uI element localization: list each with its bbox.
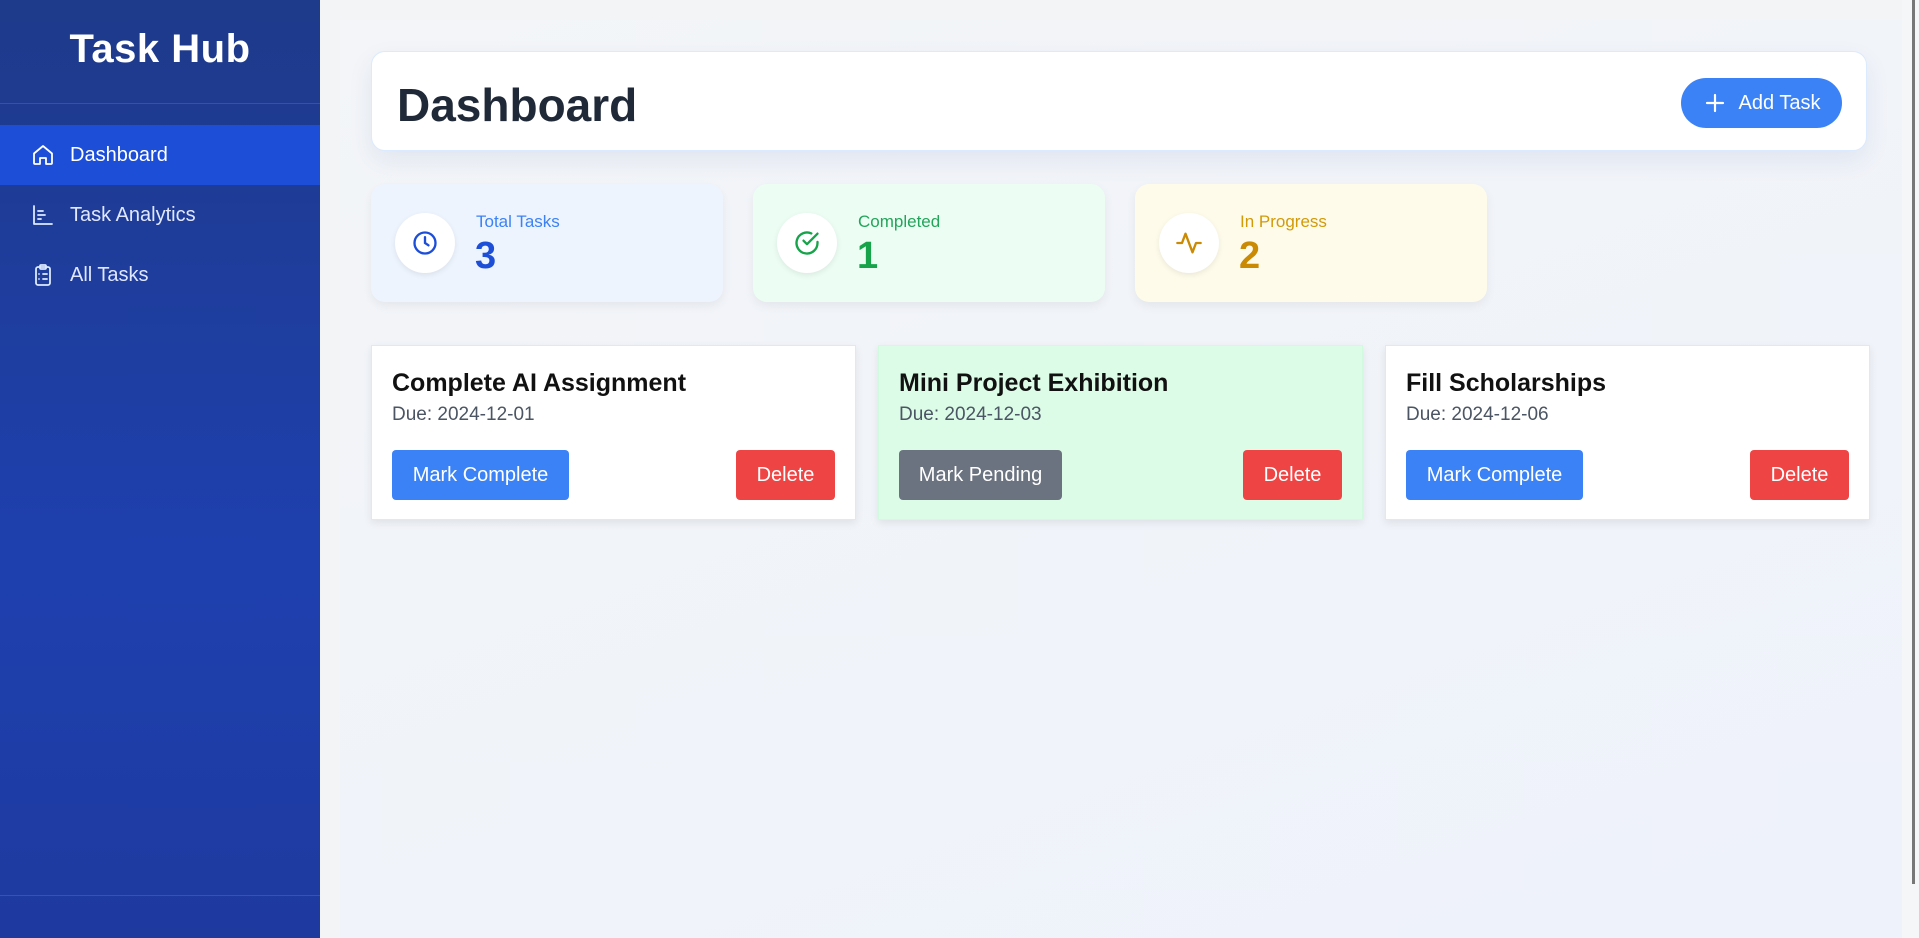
stat-value: 3 [475, 235, 497, 277]
app-logo: Task Hub [0, 0, 320, 104]
task-card: Complete AI Assignment Due: 2024-12-01 M… [371, 345, 856, 520]
task-card: Mini Project Exhibition Due: 2024-12-03 … [878, 345, 1363, 520]
stat-card-completed: Completed 1 [753, 184, 1105, 302]
sidebar-item-all-tasks[interactable]: All Tasks [0, 245, 320, 305]
stat-label: In Progress [1240, 212, 1327, 231]
sidebar-nav: Dashboard Task Analytics All Tasks [0, 125, 320, 305]
check-circle-icon [777, 213, 837, 273]
task-card: Fill Scholarships Due: 2024-12-06 Mark C… [1385, 345, 1870, 520]
sidebar-item-label: Dashboard [70, 143, 168, 166]
sidebar-divider [0, 895, 320, 896]
stat-card-in-progress: In Progress 2 [1135, 184, 1487, 302]
page-header: Dashboard Add Task [371, 51, 1867, 151]
app-title: Task Hub [69, 27, 251, 71]
task-title: Complete AI Assignment [392, 369, 687, 397]
task-due-date: Due: 2024-12-03 [899, 404, 1042, 425]
stat-label: Completed [858, 212, 941, 231]
stat-value: 2 [1239, 235, 1261, 277]
task-due-date: Due: 2024-12-01 [392, 404, 535, 425]
sidebar: Task Hub Dashboard Task Analytics All Ta… [0, 0, 320, 938]
delete-button[interactable]: Delete [736, 450, 835, 500]
delete-button[interactable]: Delete [1243, 450, 1342, 500]
stat-card-total: Total Tasks 3 [371, 184, 723, 302]
stat-value: 1 [857, 235, 879, 277]
task-title: Fill Scholarships [1406, 369, 1607, 397]
mark-complete-button[interactable]: Mark Complete [1406, 450, 1583, 500]
add-task-button[interactable]: Add Task [1681, 78, 1842, 128]
sidebar-item-dashboard[interactable]: Dashboard [0, 125, 320, 185]
sidebar-item-task-analytics[interactable]: Task Analytics [0, 185, 320, 245]
sidebar-item-label: All Tasks [70, 263, 149, 286]
clock-icon [395, 213, 455, 273]
bar-chart-icon [30, 202, 56, 228]
home-icon [30, 142, 56, 168]
scrollbar-thumb[interactable] [1912, 0, 1915, 884]
main-content: Dashboard Add Task Total Tasks 3 Complet… [340, 20, 1902, 938]
delete-button[interactable]: Delete [1750, 450, 1849, 500]
sidebar-item-label: Task Analytics [70, 203, 196, 226]
scrollbar[interactable] [1902, 0, 1919, 938]
activity-icon [1159, 213, 1219, 273]
task-due-date: Due: 2024-12-06 [1406, 404, 1549, 425]
page-title: Dashboard [397, 79, 638, 131]
add-task-label: Add Task [1738, 91, 1821, 114]
mark-complete-button[interactable]: Mark Complete [392, 450, 569, 500]
plus-icon [1703, 91, 1727, 115]
mark-pending-button[interactable]: Mark Pending [899, 450, 1062, 500]
clipboard-list-icon [30, 262, 56, 288]
stat-label: Total Tasks [476, 212, 560, 231]
task-title: Mini Project Exhibition [899, 369, 1169, 397]
